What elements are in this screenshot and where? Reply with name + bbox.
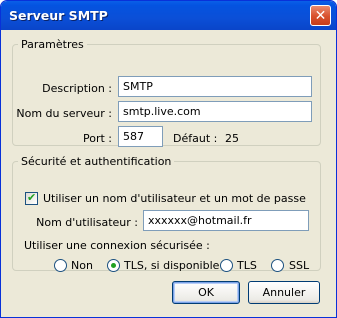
server-name-label: Nom du serveur : — [16, 107, 112, 120]
radio-tls[interactable] — [220, 259, 233, 272]
security-legend: Sécurité et authentification — [21, 155, 172, 168]
close-button[interactable]: ✕ — [310, 5, 331, 26]
default-port-value: 25 — [225, 132, 239, 145]
parameters-legend: Paramètres — [21, 38, 84, 51]
port-field[interactable]: 587 — [118, 126, 163, 147]
use-credentials-label[interactable]: Utiliser un nom d'utilisateur et un mot … — [43, 192, 306, 205]
parameters-group: Paramètres Description : SMTP Nom du ser… — [12, 38, 321, 147]
ok-button[interactable]: OK — [172, 281, 240, 304]
cancel-button[interactable]: Annuler — [248, 281, 320, 304]
username-label: Nom d'utilisateur : — [36, 216, 138, 229]
description-field[interactable]: SMTP — [118, 76, 312, 97]
server-name-field[interactable]: smtp.live.com — [118, 101, 312, 122]
title-bar[interactable]: Serveur SMTP ✕ — [1, 1, 336, 30]
secure-connection-label: Utiliser une connexion sécurisée : — [24, 239, 210, 252]
radio-none[interactable] — [54, 259, 67, 272]
security-group: Sécurité et authentification Utiliser un… — [12, 155, 321, 272]
use-credentials-checkbox[interactable] — [25, 191, 38, 205]
radio-tls-if-available-label[interactable]: TLS, si disponible — [124, 259, 219, 272]
close-icon: ✕ — [314, 8, 327, 24]
dialog-title: Serveur SMTP — [9, 8, 108, 23]
radio-tls-if-available[interactable] — [107, 259, 120, 272]
port-label: Port : — [82, 132, 112, 145]
radio-tls-label[interactable]: TLS — [237, 259, 257, 272]
radio-none-label[interactable]: Non — [71, 259, 93, 272]
radio-ssl[interactable] — [271, 259, 284, 272]
default-port-label: Défaut : — [173, 132, 218, 145]
description-label: Description : — [42, 82, 112, 95]
username-field[interactable]: xxxxxx@hotmail.fr — [143, 210, 309, 231]
smtp-server-dialog: Serveur SMTP ✕ Paramètres Description : … — [0, 0, 337, 318]
radio-ssl-label[interactable]: SSL — [289, 259, 309, 272]
